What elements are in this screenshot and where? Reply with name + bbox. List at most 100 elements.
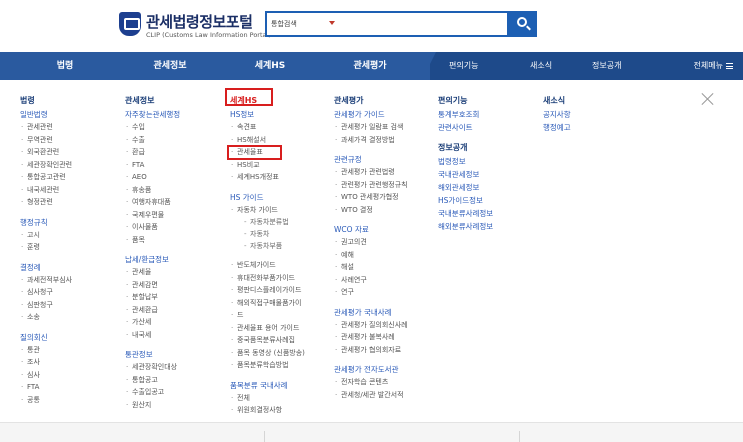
menu-item[interactable]: 과세전적부심사 xyxy=(20,274,72,287)
menu-item[interactable]: 통합공고관련 xyxy=(20,171,72,184)
menu-item[interactable]: 자동차 가이드 xyxy=(230,204,305,217)
menu-item[interactable]: 내국세 xyxy=(125,329,180,342)
menu-item[interactable]: 통합공고 xyxy=(125,374,180,387)
menu-item[interactable]: 고시 xyxy=(20,229,72,242)
menu-item[interactable]: 전자학습 콘텐츠 xyxy=(334,376,408,389)
menu-item[interactable]: 가산세 xyxy=(125,316,180,329)
menu-item[interactable]: 수입 xyxy=(125,121,180,134)
menu-item[interactable]: 품목분류학습방법 xyxy=(230,359,305,372)
menu-item[interactable]: 연구 xyxy=(334,286,408,299)
menu-item[interactable]: 관세관련 xyxy=(20,121,72,134)
menu-item[interactable]: 예해 xyxy=(334,249,408,262)
menu-item[interactable]: 관련평가 관련행정규칙 xyxy=(334,179,408,192)
menu-item[interactable]: 휴송품 xyxy=(125,184,180,197)
menu-item[interactable]: 분할납부 xyxy=(125,291,180,304)
col-title[interactable]: 새소식 xyxy=(543,94,571,108)
menu-item[interactable]: 외국환관련 xyxy=(20,146,72,159)
menu-section[interactable]: HS 가이드 xyxy=(230,191,305,204)
menu-item[interactable]: 수출입공고 xyxy=(125,386,180,399)
menu-item[interactable]: 속견표 xyxy=(230,121,305,134)
menu-item[interactable]: 권고의견 xyxy=(334,236,408,249)
menu-item[interactable]: 원산지 xyxy=(125,399,180,412)
nav-world-hs[interactable]: 세계HS xyxy=(240,52,300,80)
menu-item[interactable]: 관세평가 일람표 검색 xyxy=(334,121,408,134)
menu-item[interactable]: FTA xyxy=(20,381,72,394)
menu-item[interactable]: 평판디스플레이가이드 xyxy=(230,284,305,297)
menu-item[interactable]: AEO xyxy=(125,171,180,184)
menu-item[interactable]: 위원회결정사항 xyxy=(230,404,305,417)
menu-item[interactable]: 소송 xyxy=(20,311,72,324)
search-button[interactable] xyxy=(509,11,537,37)
menu-item[interactable]: 국제우편물 xyxy=(125,209,180,222)
menu-item[interactable]: 통관 xyxy=(20,344,72,357)
menu-item[interactable]: 세계HS개정표 xyxy=(230,171,305,184)
nav-customs-valuation[interactable]: 관세평가 xyxy=(340,52,400,80)
menu-link[interactable]: 국내분류사례정보 xyxy=(438,207,493,220)
close-icon[interactable] xyxy=(701,92,715,106)
menu-link[interactable]: 법령정보 xyxy=(438,155,493,168)
site-title[interactable]: 관세법령정보포털 xyxy=(146,11,253,32)
menu-item[interactable]: 해외직접구매물품가이 xyxy=(230,297,305,310)
menu-item[interactable]: WTO 결정 xyxy=(334,204,408,217)
menu-item[interactable]: 해설 xyxy=(334,261,408,274)
col-title[interactable]: 법령 xyxy=(20,94,72,108)
menu-item[interactable]: 전체 xyxy=(230,392,305,405)
menu-item[interactable]: FTA xyxy=(125,159,180,172)
menu-item[interactable]: 과세가격 결정방법 xyxy=(334,134,408,147)
menu-item[interactable]: 품목 동영상 (신품방송) xyxy=(230,347,305,360)
menu-item[interactable]: 이사물품 xyxy=(125,221,180,234)
menu-item[interactable]: 관세평가 불복사례 xyxy=(334,331,408,344)
nav-laws[interactable]: 법령 xyxy=(40,52,90,80)
menu-item[interactable]: 관세환급 xyxy=(125,304,180,317)
menu-section[interactable]: 일반법령 xyxy=(20,108,72,121)
menu-link[interactable]: 관련사이트 xyxy=(438,121,493,134)
menu-item[interactable]: 관세감면 xyxy=(125,279,180,292)
search-input[interactable] xyxy=(341,15,501,33)
menu-section[interactable]: 질의회신 xyxy=(20,331,72,344)
menu-item[interactable]: 심판청구 xyxy=(20,299,72,312)
menu-item[interactable]: 반도체가이드 xyxy=(230,259,305,272)
nav-news[interactable]: 새소식 xyxy=(530,52,552,80)
menu-item[interactable]: 공통 xyxy=(20,394,72,407)
menu-item[interactable]: 심사 xyxy=(20,369,72,382)
menu-link[interactable]: 국내관세정보 xyxy=(438,168,493,181)
menu-item[interactable]: 관세청/세관 발간서적 xyxy=(334,389,408,402)
menu-item[interactable]: 세관장확인관련 xyxy=(20,159,72,172)
col-title[interactable]: 편의기능 xyxy=(438,94,493,108)
customs-emblem-icon[interactable] xyxy=(119,12,141,36)
menu-section[interactable]: 행정규칙 xyxy=(20,216,72,229)
menu-item[interactable]: 관세평가 관련법령 xyxy=(334,166,408,179)
menu-link[interactable]: 행정예고 xyxy=(543,121,571,134)
menu-item[interactable]: 휴대전화부품가이드 xyxy=(230,272,305,285)
menu-item[interactable]: 무역관련 xyxy=(20,134,72,147)
all-menu-button[interactable]: 전체메뉴 xyxy=(694,52,733,80)
menu-item[interactable]: 여행자휴대품 xyxy=(125,196,180,209)
menu-item[interactable]: 형정관련 xyxy=(20,196,72,209)
menu-item[interactable]: 심사청구 xyxy=(20,286,72,299)
col-title[interactable]: 관세평가 xyxy=(334,94,408,108)
menu-item[interactable]: 세관장확인대상 xyxy=(125,361,180,374)
menu-link[interactable]: 해외분류사례정보 xyxy=(438,220,493,233)
menu-item[interactable]: 사례연구 xyxy=(334,274,408,287)
menu-section[interactable]: 결정례 xyxy=(20,261,72,274)
menu-section[interactable]: WCO 자료 xyxy=(334,223,408,236)
menu-link[interactable]: 해외관세정보 xyxy=(438,181,493,194)
nav-customs-info[interactable]: 관세정보 xyxy=(140,52,200,80)
menu-item[interactable]: 조사 xyxy=(20,356,72,369)
nav-convenience[interactable]: 편의기능 xyxy=(449,52,478,80)
menu-link[interactable]: 통계부호조회 xyxy=(438,108,493,121)
menu-section[interactable]: 납세/환급정보 xyxy=(125,253,180,266)
menu-section[interactable]: HS정보 xyxy=(230,108,305,121)
menu-subitem[interactable]: 자동차분류법 xyxy=(230,216,305,228)
menu-section[interactable]: 관세평가 국내사례 xyxy=(334,306,408,319)
menu-item[interactable]: 관세율 xyxy=(125,266,180,279)
menu-subitem[interactable]: 자동차부품 xyxy=(230,240,305,252)
menu-section[interactable]: 관세평가 전자도서관 xyxy=(334,363,408,376)
menu-section[interactable]: 품목분류 국내사례 xyxy=(230,379,305,392)
menu-link[interactable]: HS가이드정보 xyxy=(438,194,493,207)
menu-section[interactable]: 관련규정 xyxy=(334,153,408,166)
menu-section[interactable]: 통관정보 xyxy=(125,348,180,361)
menu-subitem[interactable]: 자동차 xyxy=(230,228,305,240)
col-title[interactable]: 관세정보 xyxy=(125,94,180,108)
menu-item[interactable]: 관세평가 협의회자료 xyxy=(334,344,408,357)
